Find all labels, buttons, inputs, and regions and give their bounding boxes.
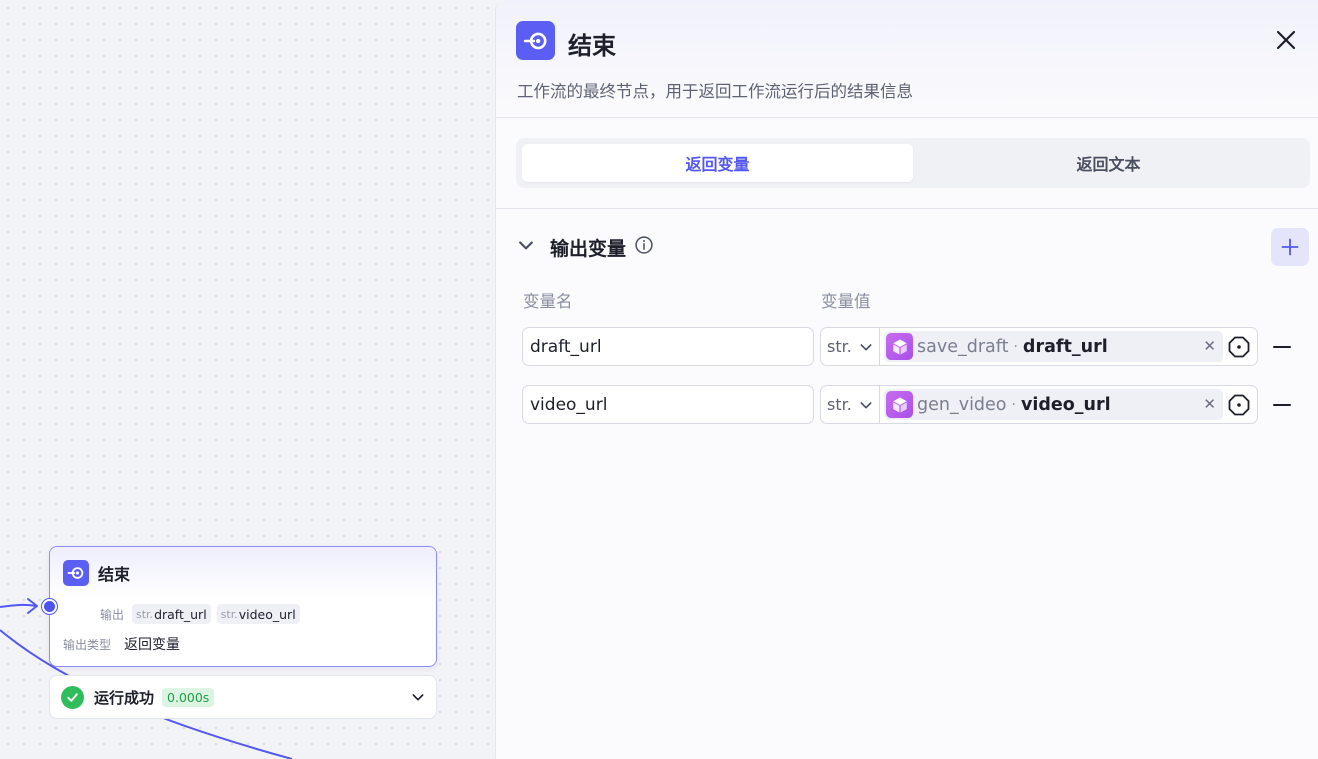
output-tag-type: str. [136,607,154,621]
workflow-canvas[interactable]: 结束 输出 str. draft_url str. video_url 输出类型… [0,0,496,759]
ref-variable-name: video_url [1020,394,1111,415]
target-icon[interactable] [1227,393,1251,417]
chevron-down-icon [860,343,872,350]
incoming-edge [0,603,37,608]
node-output-row: 输出 str. draft_url str. video_url [50,604,306,624]
end-node-icon [63,560,89,586]
type-select[interactable]: str. [821,386,880,423]
output-type-label: 输出类型 [63,637,112,652]
info-icon[interactable] [634,235,654,259]
close-icon[interactable] [1274,28,1298,52]
variable-row: str. gen_video · video_url ✕ [522,385,1302,424]
minus-icon [1273,346,1291,348]
node-output-type-row: 输出类型 返回变量 [50,634,180,654]
run-time-badge: 0.000s [162,687,215,707]
column-header-name: 变量名 [523,292,573,311]
target-icon[interactable] [1227,335,1251,359]
plus-icon [1281,238,1299,256]
variable-name-input[interactable] [522,327,814,366]
cube-icon [886,391,913,418]
type-label: str. [827,395,852,414]
return-mode-tabs: 返回变量 返回文本 [516,138,1310,188]
node-input-port[interactable] [42,599,57,614]
column-header-value: 变量值 [821,292,871,311]
clear-reference-icon[interactable]: ✕ [1203,395,1216,413]
type-label: str. [827,337,852,356]
remove-variable-button[interactable] [1270,335,1294,359]
panel-title: 结束 [568,32,616,60]
tab-return-variables[interactable]: 返回变量 [522,144,913,182]
run-status-text: 运行成功 [94,688,155,707]
panel-description: 工作流的最终节点，用于返回工作流运行后的结果信息 [517,82,913,101]
cube-icon [886,333,913,360]
variable-name-input[interactable] [522,385,814,424]
variable-value-field: str. save_draft · draft_url ✕ [820,327,1258,366]
minus-icon [1273,404,1291,406]
output-variables-header: 输出变量 [516,230,654,264]
ref-separator: · [1013,338,1018,355]
end-node-header: 结束 [50,547,436,599]
output-tag-draft-url: str. draft_url [132,604,211,624]
run-status-card[interactable]: 运行成功 0.000s [49,675,437,719]
section-title: 输出变量 [550,237,627,260]
output-tag-name: draft_url [154,606,207,622]
tab-return-text[interactable]: 返回文本 [913,144,1304,182]
add-variable-button[interactable] [1271,228,1309,266]
chevron-down-icon[interactable] [516,235,536,259]
chevron-down-icon[interactable] [410,689,426,709]
end-node-icon [516,21,555,60]
output-tag-name: video_url [238,606,296,622]
ref-node-name: save_draft [917,336,1009,357]
output-tag-video-url: str. video_url [216,604,300,624]
end-node-card[interactable]: 结束 输出 str. draft_url str. video_url 输出类型… [49,546,437,667]
output-type-value: 返回变量 [124,637,180,653]
type-select[interactable]: str. [821,328,880,365]
chevron-down-icon [860,401,872,408]
output-tag-type: str. [220,607,238,621]
variable-reference-chip[interactable]: save_draft · draft_url ✕ [884,331,1223,362]
remove-variable-button[interactable] [1270,393,1294,417]
success-check-icon [61,685,84,709]
node-config-panel: 结束 工作流的最终节点，用于返回工作流运行后的结果信息 返回变量 返回文本 输出… [495,0,1318,759]
ref-separator: · [1011,396,1016,413]
output-label: 输出 [99,607,124,622]
section-divider [496,208,1318,209]
variable-value-field: str. gen_video · video_url ✕ [820,385,1258,424]
clear-reference-icon[interactable]: ✕ [1203,337,1216,355]
ref-node-name: gen_video [917,394,1007,415]
variable-reference-chip[interactable]: gen_video · video_url ✕ [884,389,1223,420]
end-node-title: 结束 [98,565,131,584]
panel-header: 结束 工作流的最终节点，用于返回工作流运行后的结果信息 [496,0,1318,118]
ref-variable-name: draft_url [1022,336,1108,357]
variable-row: str. save_draft · draft_url ✕ [522,327,1302,366]
